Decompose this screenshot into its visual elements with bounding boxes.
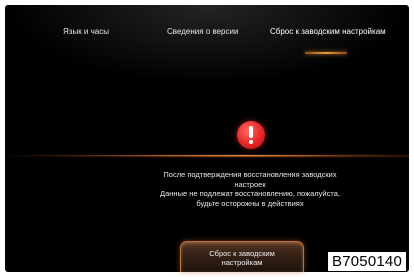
message-line-4: будьте осторожны в действиях <box>196 198 304 208</box>
horizon-line <box>5 155 409 156</box>
reset-button-line-1: Сброс к заводским <box>209 249 275 258</box>
message-line-2: настроек <box>234 179 266 189</box>
image-reference-code: B7050140 <box>327 251 407 272</box>
factory-reset-button[interactable]: Сброс к заводским настройкам <box>180 241 304 272</box>
active-tab-indicator <box>305 52 347 54</box>
warning-message: После подтверждения восстановления завод… <box>125 170 375 208</box>
reset-button-line-2: настройкам <box>221 258 263 267</box>
tab-bar: Язык и часы Сведения о версии Сброс к за… <box>5 5 409 65</box>
tab-language-and-clock[interactable]: Язык и часы <box>63 27 109 37</box>
figure-frame: Язык и часы Сведения о версии Сброс к за… <box>0 0 414 277</box>
head-unit-display: Язык и часы Сведения о версии Сброс к за… <box>5 5 409 272</box>
tab-factory-reset[interactable]: Сброс к заводским настройкам <box>270 27 386 37</box>
factory-reset-button-label: Сброс к заводским настройкам <box>181 249 303 267</box>
message-line-1: После подтверждения восстановления завод… <box>163 170 337 179</box>
exclamation-dot <box>249 140 253 144</box>
exclamation-bar <box>249 126 253 138</box>
exclamation-circle-icon <box>237 121 265 149</box>
tab-version-info[interactable]: Сведения о версии <box>167 27 238 37</box>
message-line-3: Данные не подлежат восстановлению, пожал… <box>160 189 340 198</box>
